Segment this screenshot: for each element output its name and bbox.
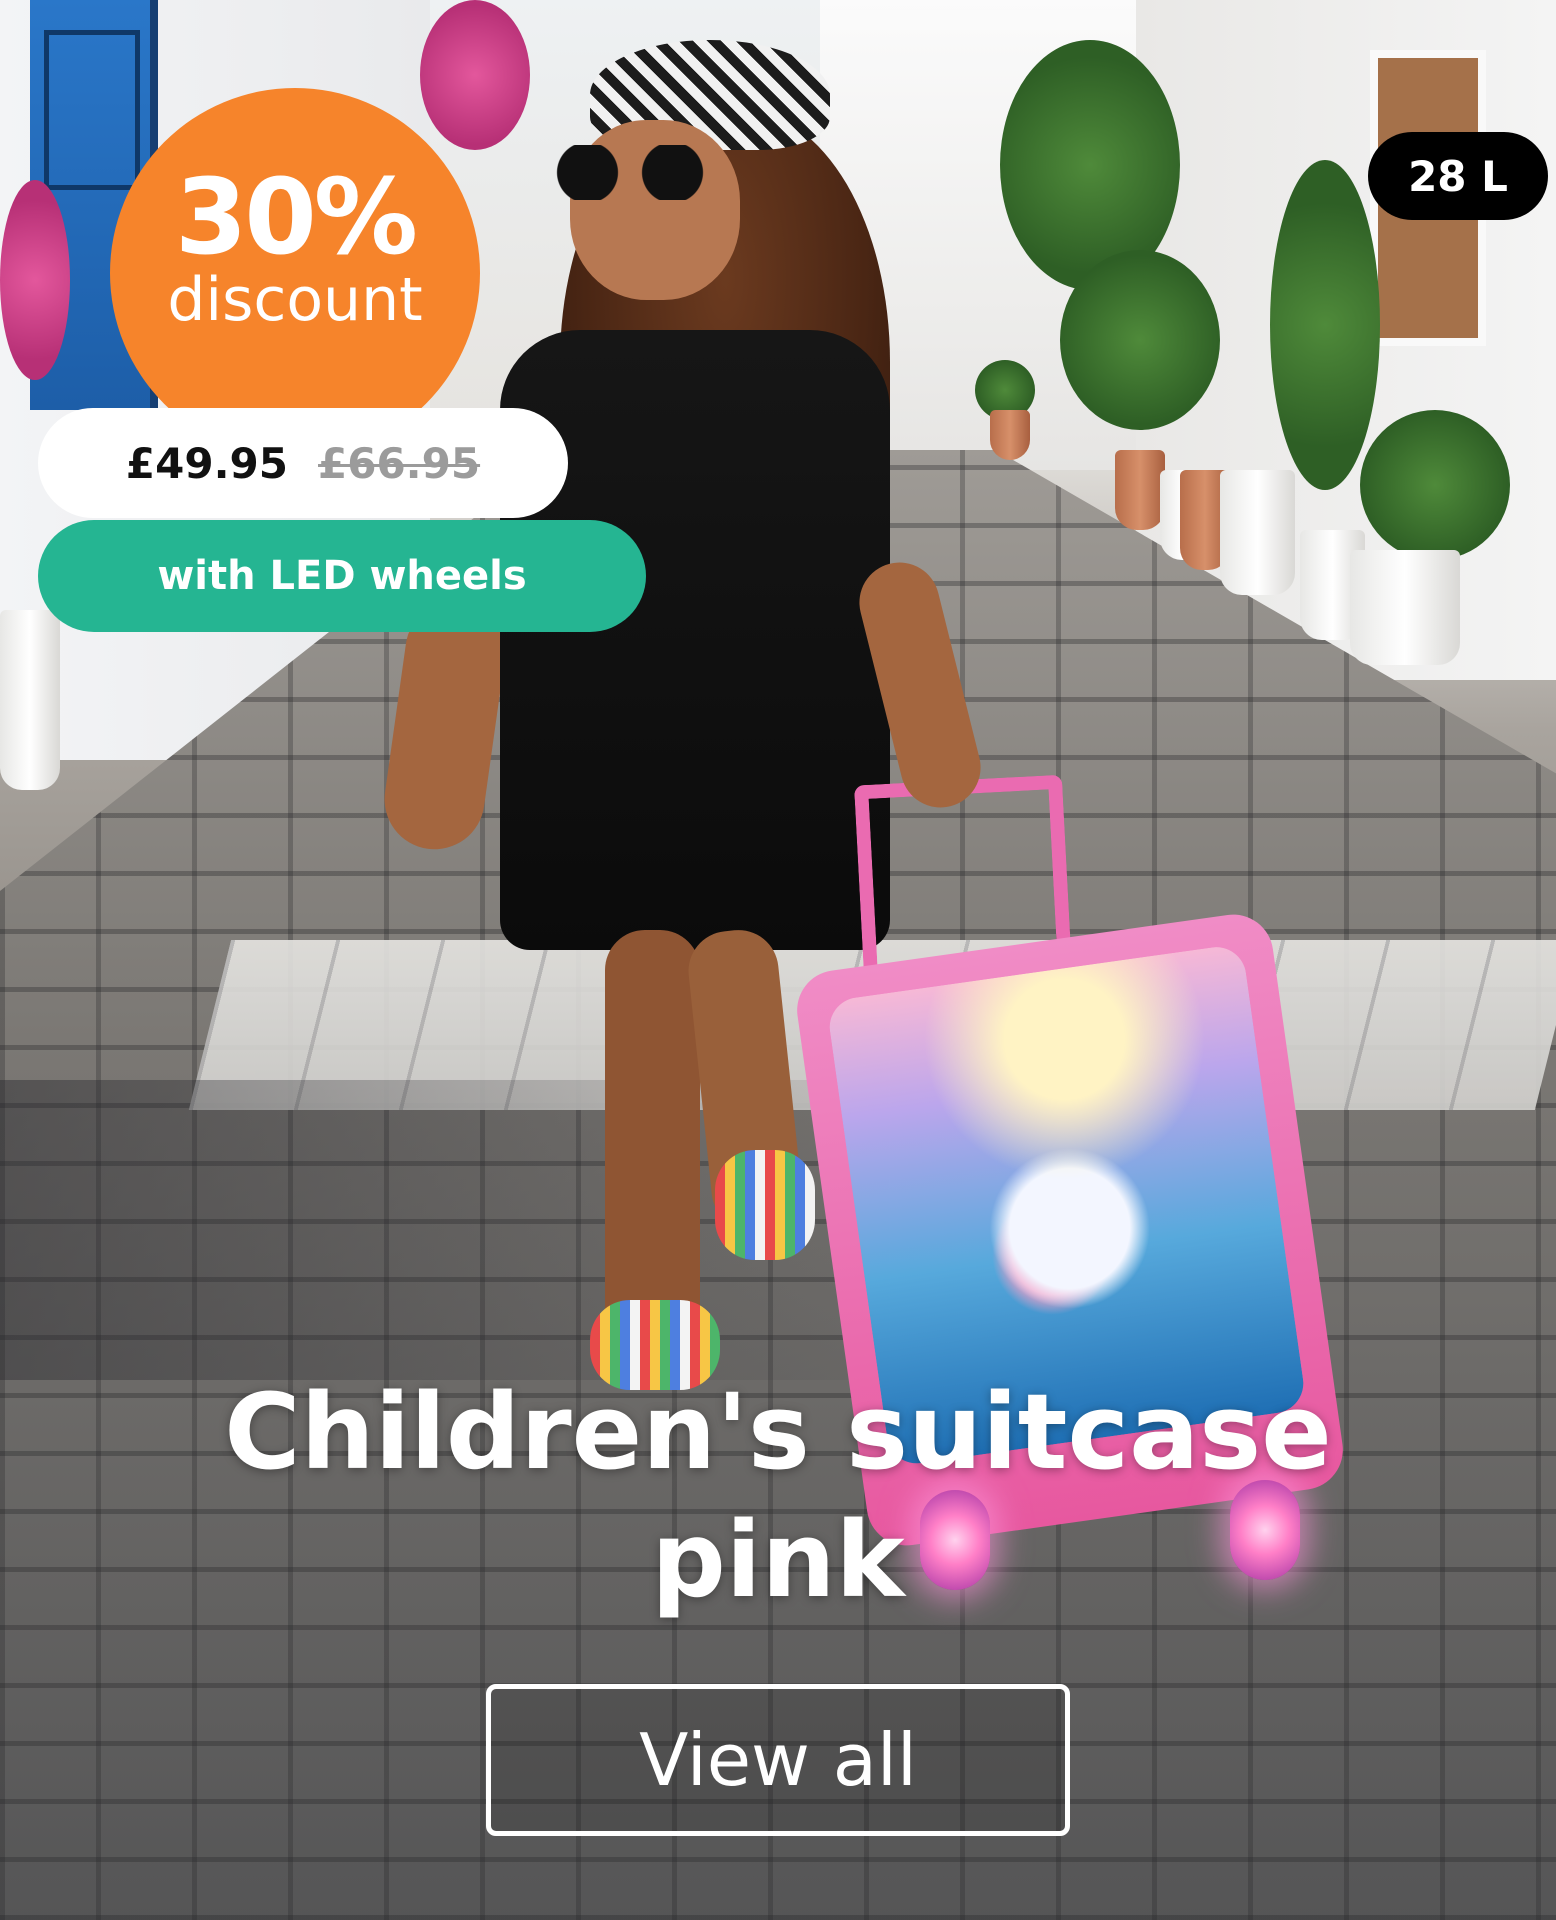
bougainvillea xyxy=(0,180,70,380)
rainbow-sandal xyxy=(715,1150,815,1260)
girl-leg xyxy=(605,930,700,1350)
discount-percent: 30% xyxy=(175,155,418,278)
view-all-label: View all xyxy=(639,1718,917,1802)
pot xyxy=(0,610,60,790)
pot xyxy=(990,410,1030,460)
plant xyxy=(1270,160,1380,490)
plant xyxy=(1060,250,1220,430)
pot xyxy=(1350,550,1460,665)
capacity-text: 28 L xyxy=(1408,151,1508,201)
feature-text: with LED wheels xyxy=(157,553,527,599)
black-dress xyxy=(500,330,890,950)
original-price: £66.95 xyxy=(318,438,481,488)
current-price: £49.95 xyxy=(125,438,288,488)
plant xyxy=(1360,410,1510,560)
product-promo-card[interactable]: 30% discount £49.95 £66.95 with LED whee… xyxy=(0,0,1556,1920)
product-title-line-1: Children's suitcase xyxy=(224,1371,1332,1493)
capacity-badge: 28 L xyxy=(1368,132,1548,220)
view-all-button[interactable]: View all xyxy=(486,1684,1070,1836)
product-title: Children's suitcase pink xyxy=(0,1368,1556,1624)
price-pill: £49.95 £66.95 xyxy=(38,408,568,518)
pot xyxy=(1115,450,1165,530)
bougainvillea xyxy=(420,0,530,150)
product-title-line-2: pink xyxy=(651,1499,905,1621)
feature-pill: with LED wheels xyxy=(38,520,646,632)
discount-label: discount xyxy=(167,264,423,335)
heart-sunglasses xyxy=(545,145,715,200)
pot xyxy=(1220,470,1295,595)
discount-badge: 30% discount xyxy=(110,88,480,458)
